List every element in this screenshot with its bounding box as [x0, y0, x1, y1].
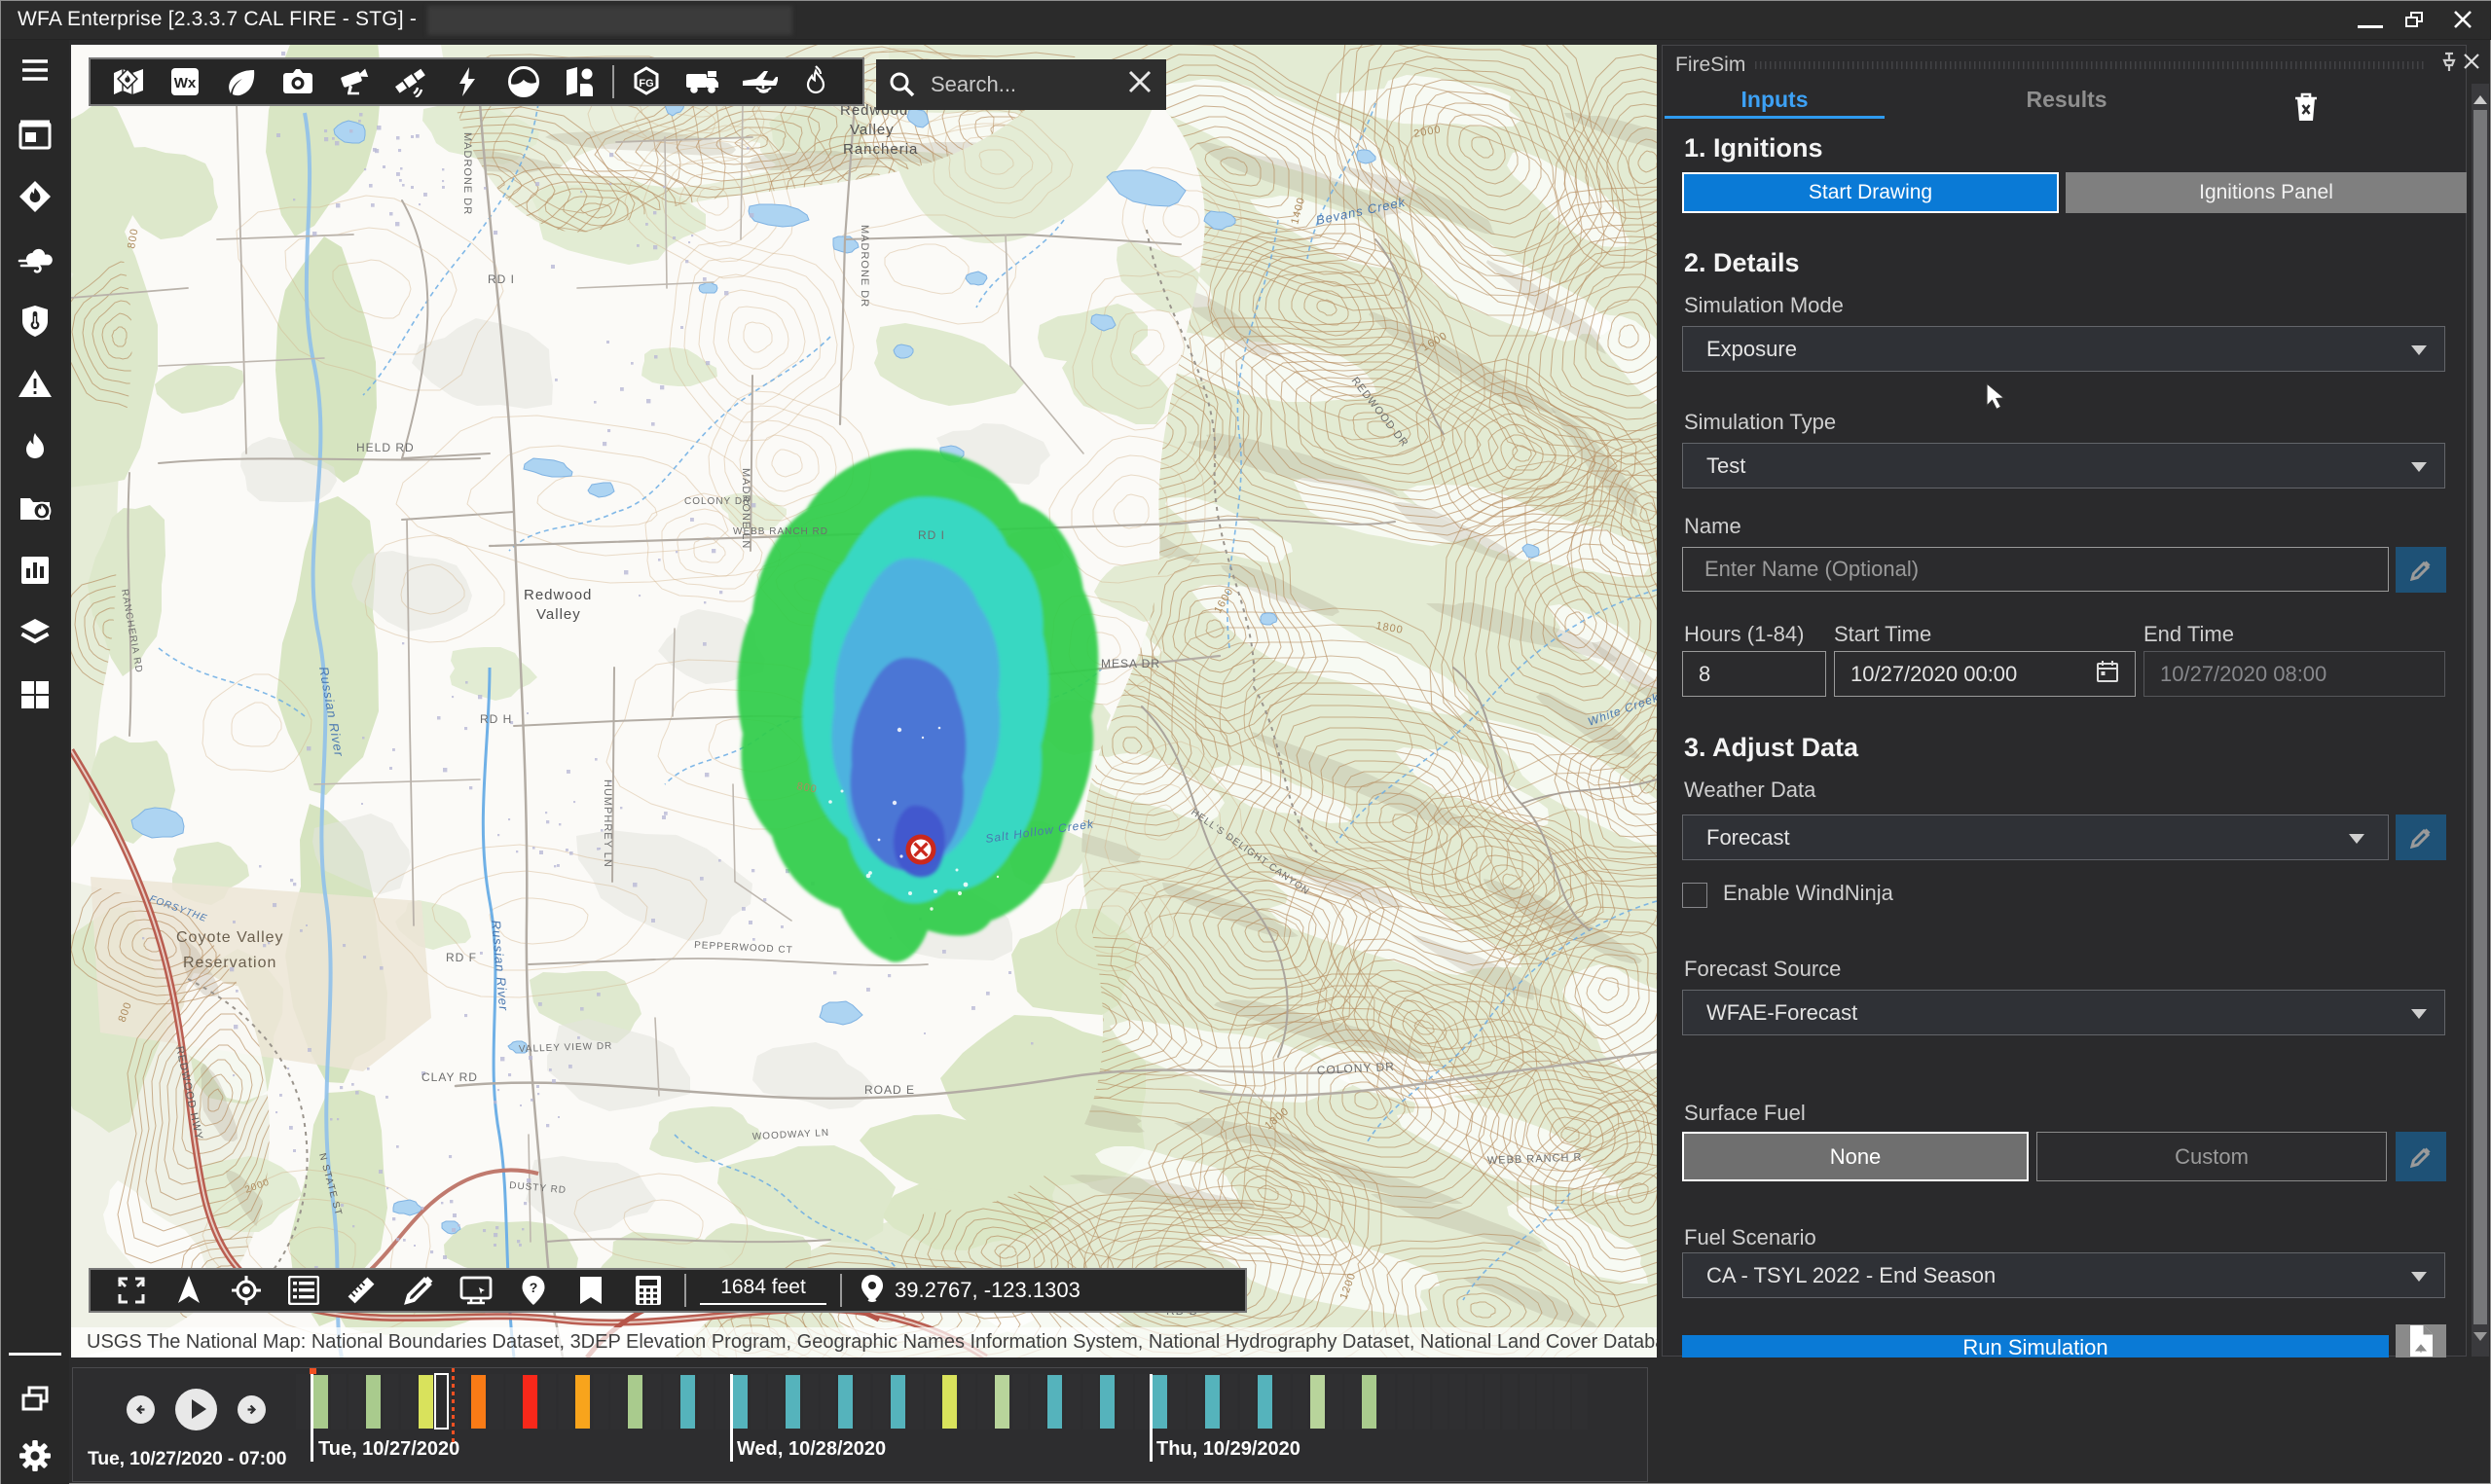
- svg-text:RD I: RD I: [918, 528, 945, 542]
- svg-text:HUMPHREY LN: HUMPHREY LN: [602, 779, 613, 868]
- svg-text:Valley: Valley: [850, 122, 895, 138]
- svg-text:CLAY RD: CLAY RD: [421, 1070, 478, 1084]
- svg-text:MADRONE DR: MADRONE DR: [859, 225, 870, 308]
- svg-text:Reservation: Reservation: [183, 955, 276, 971]
- svg-text:HELD RD: HELD RD: [356, 441, 415, 454]
- svg-text:RD I: RD I: [488, 272, 515, 286]
- svg-text:ROAD E: ROAD E: [864, 1083, 915, 1097]
- svg-text:Rancheria: Rancheria: [843, 141, 918, 158]
- svg-text:COLONY DR: COLONY DR: [684, 496, 751, 507]
- svg-text:WEBB RANCH RD: WEBB RANCH RD: [733, 526, 828, 537]
- svg-text:Valley: Valley: [536, 606, 581, 623]
- svg-text:Coyote Valley: Coyote Valley: [176, 929, 284, 946]
- svg-text:RD H: RD H: [480, 712, 512, 726]
- svg-text:?: ?: [529, 1280, 537, 1295]
- svg-text:MADRONE DR: MADRONE DR: [461, 132, 473, 215]
- svg-text:RD F: RD F: [446, 951, 477, 964]
- svg-text:MESA DR: MESA DR: [1101, 657, 1160, 670]
- svg-text:FG: FG: [639, 78, 653, 90]
- svg-text:Wx: Wx: [174, 75, 197, 91]
- svg-text:Redwood: Redwood: [524, 587, 592, 603]
